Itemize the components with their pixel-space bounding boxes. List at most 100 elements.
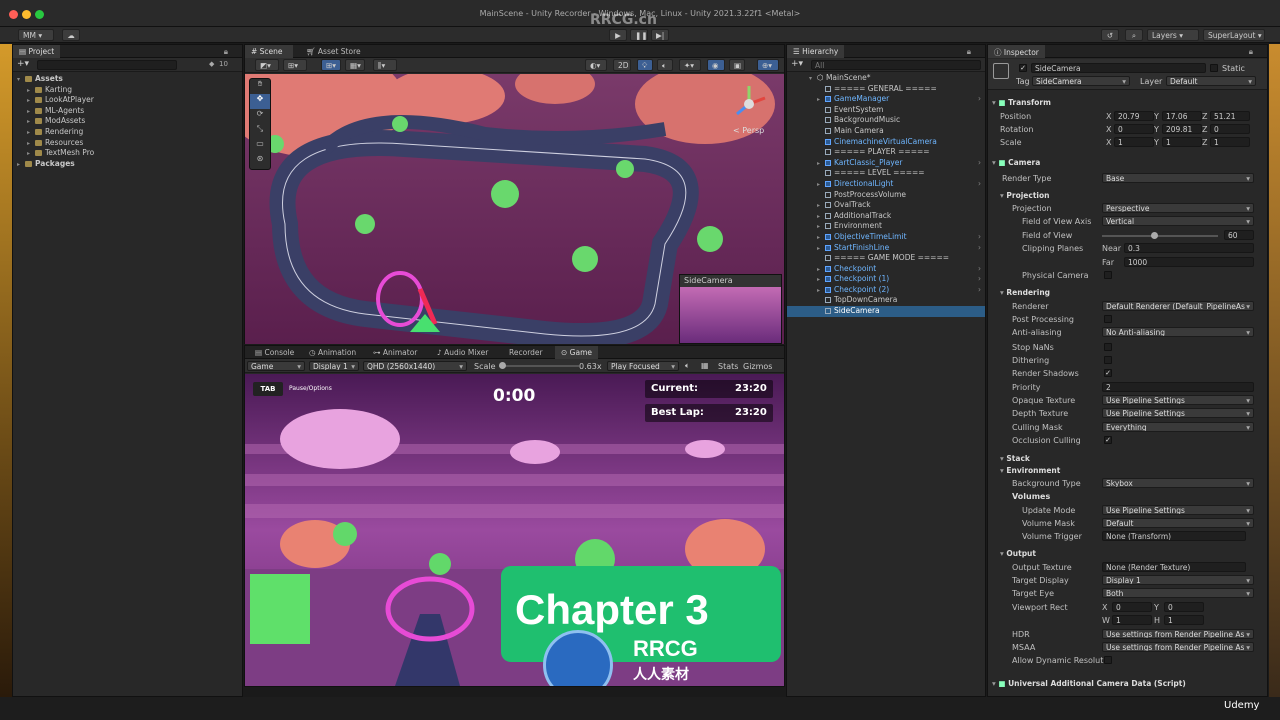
rotation-z-field[interactable]: 0 xyxy=(1210,124,1250,134)
project-folder-item[interactable]: ▸ LookAtPlayer xyxy=(17,95,237,106)
project-folder-item[interactable]: ▸ Resources xyxy=(17,138,237,149)
rotate-tool-icon[interactable]: ⟳ xyxy=(250,109,270,124)
project-folder-item[interactable]: ▸ TextMesh Pro xyxy=(17,148,237,159)
tab-animator[interactable]: ⊶ Animator xyxy=(367,346,423,359)
dithering-checkbox[interactable] xyxy=(1104,356,1112,364)
game-view[interactable]: TAB Pause/Options 0:00 Current: 23:20 Be… xyxy=(245,374,784,686)
dynamic-resolution-checkbox[interactable] xyxy=(1104,656,1112,664)
culling-mask-dropdown[interactable]: Everything xyxy=(1102,422,1254,432)
scale-tool-icon[interactable]: ⤡ xyxy=(250,124,270,139)
chevron-right-icon[interactable]: › xyxy=(978,285,981,294)
rotation-x-field[interactable]: 0 xyxy=(1114,124,1154,134)
assets-folder[interactable]: ▾ Assets xyxy=(17,74,237,85)
stop-nans-checkbox[interactable] xyxy=(1104,343,1112,351)
volume-mask-dropdown[interactable]: Default xyxy=(1102,518,1254,528)
orientation-gizmo-icon[interactable] xyxy=(729,84,769,124)
static-checkbox[interactable] xyxy=(1210,64,1218,72)
section-header[interactable]: ▾ Stack xyxy=(1000,454,1267,466)
opaque-texture-dropdown[interactable]: Use Pipeline Settings xyxy=(1102,395,1254,405)
account-dropdown[interactable]: MM ▾ xyxy=(18,29,54,41)
scale-x-field[interactable]: 1 xyxy=(1114,137,1154,147)
tab-audio-mixer[interactable]: ♪ Audio Mixer xyxy=(431,346,494,359)
output-texture-field[interactable]: None (Render Texture) xyxy=(1102,562,1246,572)
scale-slider[interactable] xyxy=(499,365,579,367)
object-name-input[interactable]: SideCamera xyxy=(1031,63,1206,73)
viewport-h-field[interactable]: 1 xyxy=(1164,615,1204,625)
scale-slider-handle[interactable] xyxy=(499,362,506,369)
project-folder-item[interactable]: ▸ ModAssets xyxy=(17,116,237,127)
active-checkbox[interactable]: ✓ xyxy=(1019,64,1027,72)
chevron-right-icon[interactable]: › xyxy=(978,94,981,103)
tab-asset-store[interactable]: 🛒︎ Asset Store xyxy=(300,45,367,58)
target-eye-dropdown[interactable]: Both xyxy=(1102,588,1254,598)
visibility-icon[interactable]: ◉ xyxy=(707,59,725,71)
target-display-dropdown[interactable]: Display 1 xyxy=(1102,575,1254,585)
volume-trigger-field[interactable]: None (Transform) xyxy=(1102,531,1246,541)
layers-dropdown[interactable]: Layers ▾ xyxy=(1147,29,1199,41)
update-mode-dropdown[interactable]: Use Pipeline Settings xyxy=(1102,505,1254,515)
hierarchy-item[interactable]: CinemachineVirtualCamera xyxy=(787,137,985,148)
chevron-right-icon[interactable]: › xyxy=(978,158,981,167)
shortcuts-icon[interactable]: ▦ xyxy=(701,361,709,370)
hierarchy-search-input[interactable]: All xyxy=(811,60,981,70)
renderer-dropdown[interactable]: Default Renderer (Default_PipelineAs xyxy=(1102,301,1254,311)
lock-icon[interactable]: 🔒︎ xyxy=(967,47,971,57)
hierarchy-item[interactable]: ▸ StartFinishLine › xyxy=(787,243,985,254)
gizmo-mode-button[interactable]: ⊞▾ xyxy=(283,59,307,71)
search-icon[interactable]: ⌕ xyxy=(1125,29,1143,41)
draw-mode-button[interactable]: ◩▾ xyxy=(255,59,279,71)
pause-button[interactable]: ❚❚ xyxy=(630,29,648,41)
tab-console[interactable]: ▤ Console xyxy=(249,346,300,359)
hierarchy-item[interactable]: ▸ Checkpoint (2) › xyxy=(787,285,985,296)
chevron-right-icon[interactable]: › xyxy=(978,274,981,283)
create-object-button[interactable]: +▾ xyxy=(791,59,803,69)
render-type-dropdown[interactable]: Base xyxy=(1102,173,1254,183)
step-button[interactable]: ▶| xyxy=(651,29,669,41)
display-dropdown[interactable]: Display 1 xyxy=(309,361,359,371)
hierarchy-item[interactable]: PostProcessVolume xyxy=(787,190,985,201)
move-tool-icon[interactable]: ✥ xyxy=(250,94,270,109)
section-header[interactable]: ▾ Environment xyxy=(1000,466,1267,478)
project-search-input[interactable] xyxy=(37,60,177,70)
view-dropdown[interactable]: Game xyxy=(247,361,305,371)
chevron-right-icon[interactable]: › xyxy=(978,179,981,188)
viewport-x-field[interactable]: 0 xyxy=(1112,602,1152,612)
msaa-dropdown[interactable]: Use settings from Render Pipeline As xyxy=(1102,642,1254,652)
history-icon[interactable]: ↺ xyxy=(1101,29,1119,41)
position-z-field[interactable]: 51.21 xyxy=(1210,111,1250,121)
projection-dropdown[interactable]: Perspective xyxy=(1102,203,1254,213)
tab-inspector[interactable]: ⓘ Inspector xyxy=(988,45,1045,58)
chevron-right-icon[interactable]: › xyxy=(978,243,981,252)
section-header[interactable]: ▾ Output xyxy=(1000,549,1267,561)
camera-settings-icon[interactable]: ▣ xyxy=(729,59,745,71)
hierarchy-item[interactable]: ▸ KartClassic_Player › xyxy=(787,158,985,169)
fov-field[interactable]: 60 xyxy=(1224,230,1254,240)
viewport-w-field[interactable]: 1 xyxy=(1112,615,1152,625)
transform-tool-icon[interactable]: ⊛ xyxy=(250,154,270,169)
position-y-field[interactable]: 17.06 xyxy=(1162,111,1202,121)
lighting-icon[interactable]: 💡︎ xyxy=(637,59,653,71)
tab-recorder[interactable]: Recorder xyxy=(503,346,549,359)
rect-tool-icon[interactable]: ▭ xyxy=(250,139,270,154)
tab-hierarchy[interactable]: ☰ Hierarchy xyxy=(787,45,845,58)
hand-tool-icon[interactable]: ✋︎ xyxy=(250,79,270,94)
mute-icon[interactable]: 🔈︎ xyxy=(685,361,690,371)
depth-texture-dropdown[interactable]: Use Pipeline Settings xyxy=(1102,408,1254,418)
layer-dropdown[interactable]: Default xyxy=(1166,76,1256,86)
project-folder-item[interactable]: ▸ Karting xyxy=(17,85,237,96)
gizmos-icon[interactable]: ⊕▾ xyxy=(757,59,779,71)
effects-icon[interactable]: ✦▾ xyxy=(679,59,701,71)
stats-button[interactable]: Stats xyxy=(718,362,738,371)
scene-view[interactable]: ✋︎ ✥ ⟳ ⤡ ▭ ⊛ < Persp SideCamera xyxy=(245,74,784,344)
project-folder-item[interactable]: ▸ ML-Agents xyxy=(17,106,237,117)
tab-project[interactable]: ▤ Project xyxy=(13,45,61,58)
hierarchy-item[interactable]: ===== GENERAL ===== xyxy=(787,84,985,95)
hierarchy-item[interactable]: ▸ Checkpoint (1) › xyxy=(787,274,985,285)
resolution-dropdown[interactable]: QHD (2560x1440) xyxy=(363,361,467,371)
audio-icon[interactable]: 🔈︎ xyxy=(657,59,673,71)
packages-folder[interactable]: ▸ Packages xyxy=(17,159,237,170)
chevron-right-icon[interactable]: › xyxy=(978,264,981,273)
scale-z-field[interactable]: 1 xyxy=(1210,137,1250,147)
section-header[interactable]: ▾ ■ Transform xyxy=(992,98,1262,110)
tab-game[interactable]: ⊙ Game xyxy=(555,346,598,359)
